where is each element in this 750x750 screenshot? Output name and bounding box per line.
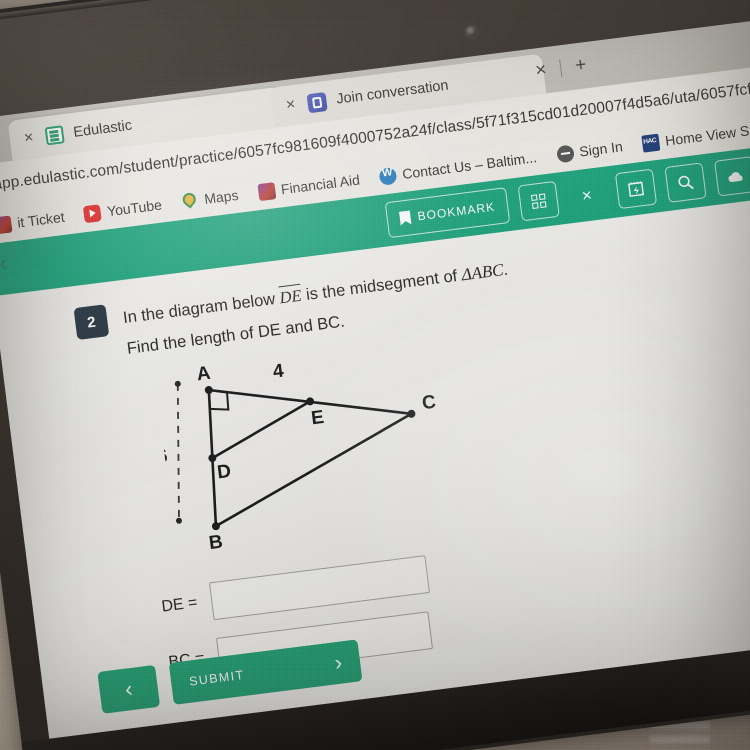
hac-icon [641, 133, 661, 153]
youtube-icon [83, 203, 103, 223]
label-b: B [208, 532, 224, 555]
cloud-icon [727, 171, 742, 182]
divider [559, 59, 563, 78]
webcam-icon [465, 25, 478, 38]
signin-icon [555, 143, 575, 163]
de-input[interactable] [208, 555, 430, 621]
question-line1-middle: is the midsegment of [304, 267, 459, 304]
calculator-button[interactable] [517, 180, 560, 222]
map-pin-icon [180, 191, 199, 210]
bookmark-label: it Ticket [16, 208, 66, 231]
bookmark-label: Financial Aid [279, 171, 361, 198]
question-line1-before: In the diagram below [122, 290, 277, 328]
edulastic-favicon-icon [44, 125, 65, 146]
laptop: × Edulastic × Join conversation × + app.… [0, 0, 750, 750]
question-number-badge: 2 [73, 304, 110, 341]
next-chevron-icon: › [333, 649, 344, 676]
label-c: C [421, 392, 438, 415]
scratchpad-button[interactable] [614, 168, 658, 210]
dash-endpoint-bottom [175, 517, 182, 524]
side-bc [215, 412, 413, 528]
bookmark-label: YouTube [106, 196, 163, 220]
bookmark-label: Home View Summary [664, 115, 750, 149]
submit-button-label: SUBMIT [188, 667, 246, 689]
tabstrip-controls: × + [534, 54, 588, 82]
new-tab-icon[interactable]: + [574, 54, 588, 77]
browser-window: × Edulastic × Join conversation × + app.… [0, 9, 750, 750]
previous-button[interactable]: ‹ [97, 664, 161, 714]
triangle-abc-label: ΔABC [460, 260, 505, 285]
financial-aid-icon [257, 181, 277, 201]
bookmark-maps[interactable]: Maps [180, 186, 239, 210]
segment-de-label: DE [278, 283, 303, 308]
bookmark-youtube[interactable]: YouTube [83, 196, 163, 223]
bookmark-button-label: BOOKMARK [416, 199, 496, 224]
bookmark-label: Sign In [578, 138, 624, 160]
bezel-top-edge [0, 0, 750, 28]
close-icon[interactable]: × [534, 59, 548, 82]
bookmark-label: Maps [203, 186, 240, 207]
teams-favicon-icon [306, 91, 328, 113]
magnifier-icon [678, 175, 694, 190]
bookmark-button[interactable]: BOOKMARK [384, 187, 511, 239]
label-a: A [196, 363, 213, 386]
dash-endpoint-top [174, 380, 181, 387]
vertex-a [204, 386, 213, 395]
label-e: E [310, 407, 325, 429]
zoom-button[interactable] [664, 162, 707, 203]
close-icon[interactable]: × [283, 96, 299, 115]
label-4: 4 [272, 361, 286, 383]
bookmark-it-ticket[interactable]: it Ticket [0, 208, 66, 234]
save-cloud-button[interactable] [714, 156, 750, 197]
de-label: DE = [160, 594, 199, 616]
triangle-abc-figure: 6 A B C D E 4 [156, 361, 438, 555]
tab-title: Join conversation [335, 77, 450, 108]
scratchpad-icon [628, 181, 645, 197]
tab-title: Edulastic [72, 117, 133, 141]
bookmark-flag-icon [399, 210, 412, 225]
bookmark-financial-aid[interactable]: Financial Aid [257, 171, 361, 201]
photo-scene: × Edulastic × Join conversation × + app.… [0, 0, 750, 750]
close-button[interactable]: × [567, 176, 607, 214]
calculator-icon [530, 193, 547, 210]
label-6: 6 [156, 446, 169, 468]
bookmark-sign-in[interactable]: Sign In [555, 138, 624, 163]
question-line1-end: . [502, 260, 510, 280]
close-icon: × [580, 184, 595, 206]
close-icon[interactable]: × [21, 129, 37, 148]
ticket-icon [0, 214, 13, 234]
wordpress-icon [378, 166, 398, 186]
label-d: D [216, 461, 232, 484]
